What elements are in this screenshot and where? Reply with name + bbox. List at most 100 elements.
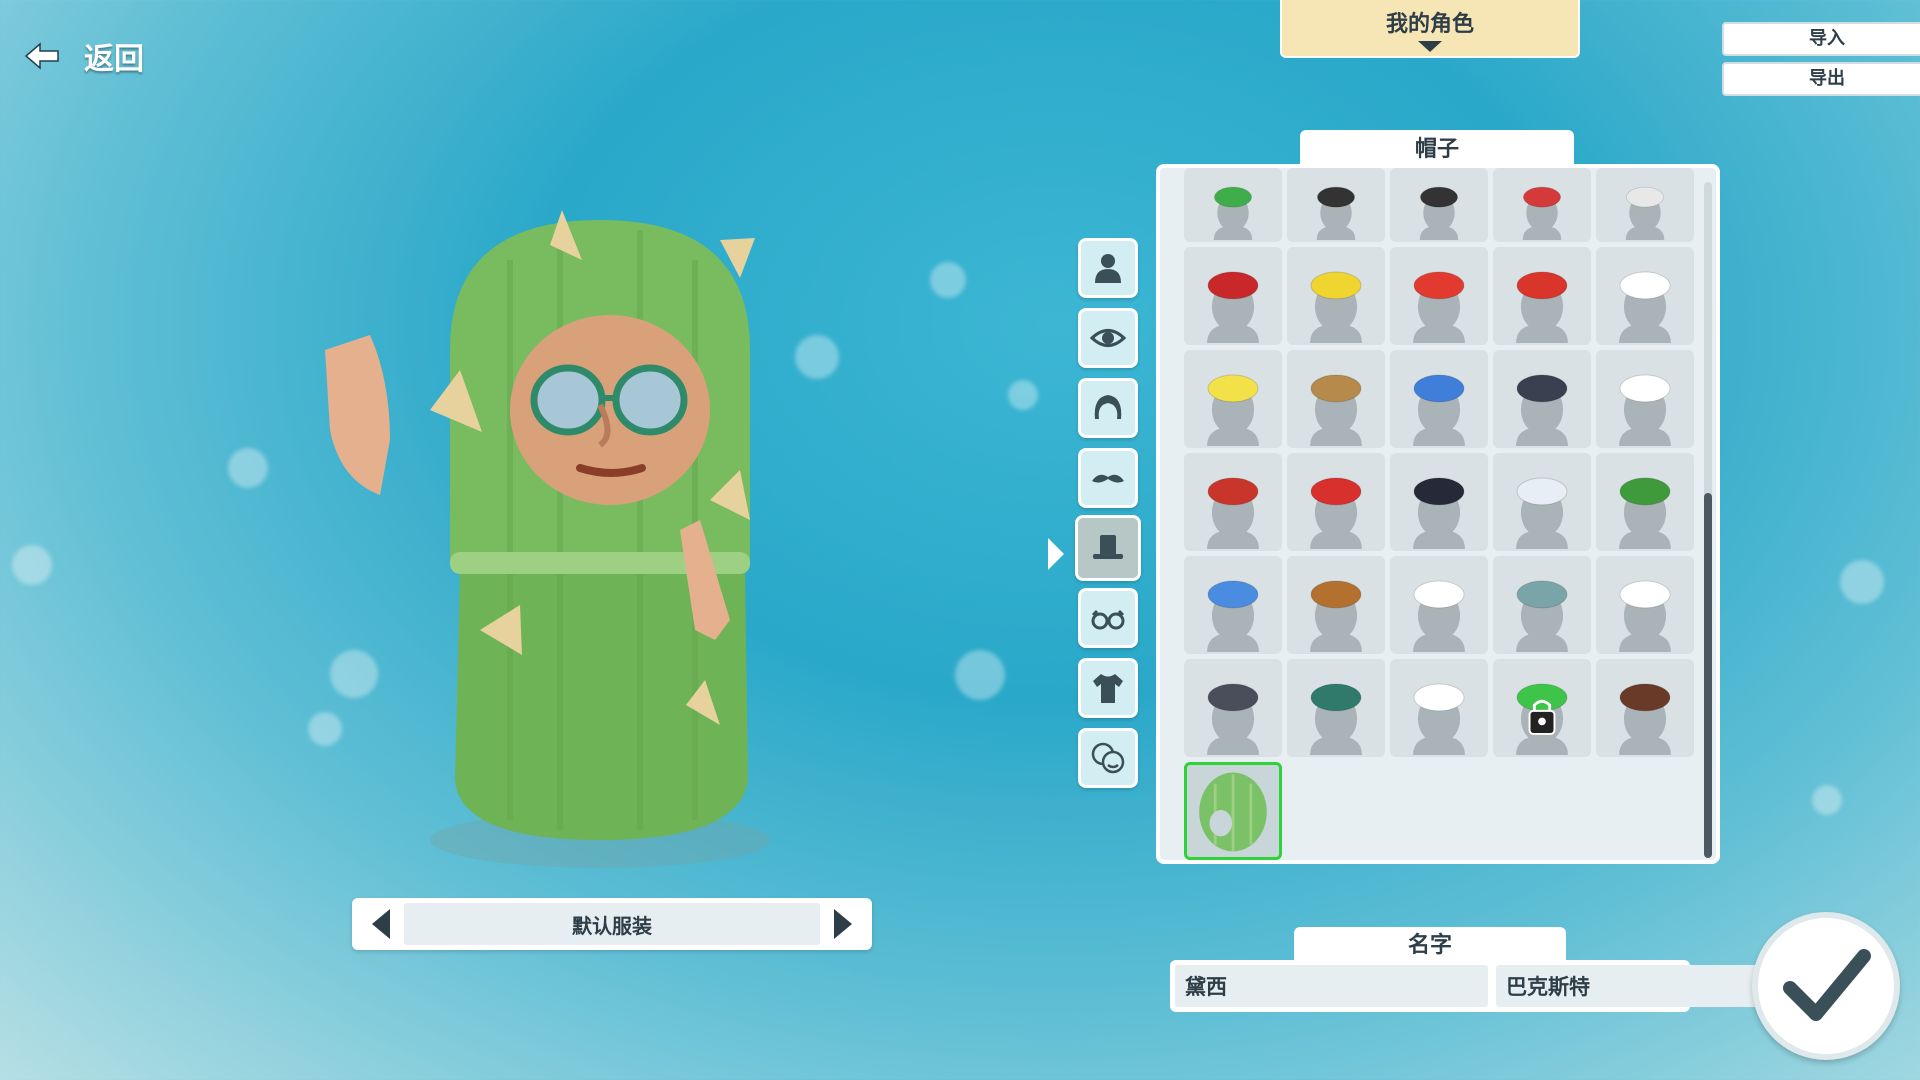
hat-item-hat-green-cap[interactable] bbox=[1184, 168, 1282, 242]
hat-cowboy-icon bbox=[1619, 683, 1671, 755]
hat-item-hat-eagle[interactable] bbox=[1390, 659, 1488, 757]
hat-cactus-icon bbox=[1199, 772, 1267, 852]
name-box bbox=[1170, 960, 1809, 1012]
hat-peacock-icon bbox=[1310, 683, 1362, 755]
category-tab-emote[interactable] bbox=[1078, 728, 1138, 788]
hat-item-hat-black-cap-2[interactable] bbox=[1390, 168, 1488, 242]
outfit-name: 默认服装 bbox=[404, 903, 820, 945]
hat-dragon-icon bbox=[1413, 271, 1465, 343]
hat-item-hat-black-cap[interactable] bbox=[1287, 168, 1385, 242]
hat-item-hat-baseball-white[interactable] bbox=[1390, 556, 1488, 654]
hat-item-hat-viking[interactable] bbox=[1287, 350, 1385, 448]
category-tab-hair[interactable] bbox=[1078, 378, 1138, 438]
hat-item-hat-party[interactable] bbox=[1287, 247, 1385, 345]
category-tab-glasses[interactable] bbox=[1078, 588, 1138, 648]
hat-item-hat-visor[interactable] bbox=[1493, 556, 1591, 654]
hat-item-hat-fish[interactable] bbox=[1390, 350, 1488, 448]
category-tab-top-hat[interactable] bbox=[1075, 515, 1141, 581]
first-name-field[interactable] bbox=[1175, 965, 1488, 1007]
hat-item-hat-spartan[interactable] bbox=[1184, 453, 1282, 551]
hat-fedora-icon bbox=[1207, 683, 1259, 755]
hat-item-hat-fedora[interactable] bbox=[1184, 659, 1282, 757]
hat-lion-dance-icon bbox=[1516, 271, 1568, 343]
hat-viking-icon bbox=[1310, 374, 1362, 446]
hat-white-cap-icon bbox=[1625, 186, 1665, 240]
checkmark-icon bbox=[1783, 949, 1871, 1021]
hat-spartan-icon bbox=[1207, 477, 1259, 549]
my-character-tab[interactable]: 我的角色 bbox=[1280, 0, 1580, 58]
hat-sailor-icon bbox=[1619, 271, 1671, 343]
outfit-next-button[interactable] bbox=[820, 903, 866, 945]
hat-black-cap-icon bbox=[1316, 186, 1356, 240]
hat-fez-icon bbox=[1207, 271, 1259, 343]
hat-item-hat-flower-crown[interactable] bbox=[1184, 350, 1282, 448]
chevron-left-icon bbox=[372, 909, 390, 939]
hat-item-hat-dragon[interactable] bbox=[1390, 247, 1488, 345]
emote-icon bbox=[1091, 742, 1125, 774]
hat-item-hat-sun[interactable] bbox=[1596, 350, 1694, 448]
hat-item-hat-bicorne[interactable] bbox=[1390, 453, 1488, 551]
hat-panel bbox=[1156, 164, 1720, 864]
my-character-label: 我的角色 bbox=[1385, 12, 1474, 37]
hat-item-hat-cowboy[interactable] bbox=[1596, 659, 1694, 757]
glasses-icon bbox=[1091, 609, 1125, 630]
outfit-prev-button[interactable] bbox=[358, 903, 404, 945]
bokeh-light bbox=[1812, 785, 1842, 815]
hat-item-hat-white-cap[interactable] bbox=[1596, 168, 1694, 242]
hat-beret-icon bbox=[1310, 477, 1362, 549]
bokeh-light bbox=[930, 262, 966, 298]
bokeh-light bbox=[228, 448, 268, 488]
hat-red-cap-icon bbox=[1522, 186, 1562, 240]
import-button[interactable]: 导入 bbox=[1722, 22, 1920, 56]
category-tab-eye[interactable] bbox=[1078, 308, 1138, 368]
category-column bbox=[1075, 238, 1141, 798]
bokeh-light bbox=[1840, 560, 1884, 604]
bokeh-light bbox=[12, 545, 52, 585]
hat-item-hat-red-cap[interactable] bbox=[1493, 168, 1591, 242]
hat-fish-icon bbox=[1413, 374, 1465, 446]
hat-item-hat-white-bowler[interactable] bbox=[1596, 556, 1694, 654]
hat-flower-crown-icon bbox=[1207, 374, 1259, 446]
hat-item-hat-fez[interactable] bbox=[1184, 247, 1282, 345]
category-tab-shirt[interactable] bbox=[1078, 658, 1138, 718]
hat-item-hat-peacock[interactable] bbox=[1287, 659, 1385, 757]
hat-item-hat-tyrolean[interactable] bbox=[1596, 453, 1694, 551]
category-tab-mustache[interactable] bbox=[1078, 448, 1138, 508]
hat-bicorne-icon bbox=[1413, 477, 1465, 549]
chevron-right-icon bbox=[834, 909, 852, 939]
hat-item-hat-locked[interactable] bbox=[1493, 659, 1591, 757]
hat-locked-icon bbox=[1516, 683, 1568, 755]
hat-item-hat-bear[interactable] bbox=[1287, 556, 1385, 654]
chevron-down-icon bbox=[1418, 41, 1442, 52]
bokeh-light bbox=[1008, 380, 1038, 410]
scrollbar-thumb[interactable] bbox=[1704, 493, 1712, 858]
export-button[interactable]: 导出 bbox=[1722, 62, 1920, 96]
hat-item-hat-drink-helmet[interactable] bbox=[1184, 556, 1282, 654]
hat-bear-icon bbox=[1310, 580, 1362, 652]
hat-eagle-icon bbox=[1413, 683, 1465, 755]
hat-grid bbox=[1184, 168, 1694, 860]
eye-icon bbox=[1089, 329, 1127, 347]
hat-feather-icon bbox=[1516, 477, 1568, 549]
category-tab-body[interactable] bbox=[1078, 238, 1138, 298]
hat-item-hat-lion-dance[interactable] bbox=[1493, 247, 1591, 345]
back-arrow-icon bbox=[24, 42, 59, 70]
outfit-selector: 默认服装 bbox=[352, 898, 872, 950]
hat-baseball-white-icon bbox=[1413, 580, 1465, 652]
character-preview[interactable] bbox=[300, 200, 860, 880]
hat-item-hat-cactus[interactable] bbox=[1184, 762, 1282, 860]
back-button[interactable]: 返回 bbox=[22, 34, 144, 78]
hat-party-icon bbox=[1310, 271, 1362, 343]
back-label: 返回 bbox=[84, 42, 144, 77]
hat-item-hat-feather[interactable] bbox=[1493, 453, 1591, 551]
hat-item-hat-captain[interactable] bbox=[1493, 350, 1591, 448]
hat-visor-icon bbox=[1516, 580, 1568, 652]
hat-item-hat-sailor[interactable] bbox=[1596, 247, 1694, 345]
category-pointer bbox=[1048, 538, 1064, 570]
hat-item-hat-beret[interactable] bbox=[1287, 453, 1385, 551]
hat-black-cap-2-icon bbox=[1419, 186, 1459, 240]
hat-green-cap-icon bbox=[1213, 186, 1253, 240]
shirt-icon bbox=[1093, 674, 1123, 703]
hat-tyrolean-icon bbox=[1619, 477, 1671, 549]
confirm-button[interactable] bbox=[1752, 912, 1900, 1060]
